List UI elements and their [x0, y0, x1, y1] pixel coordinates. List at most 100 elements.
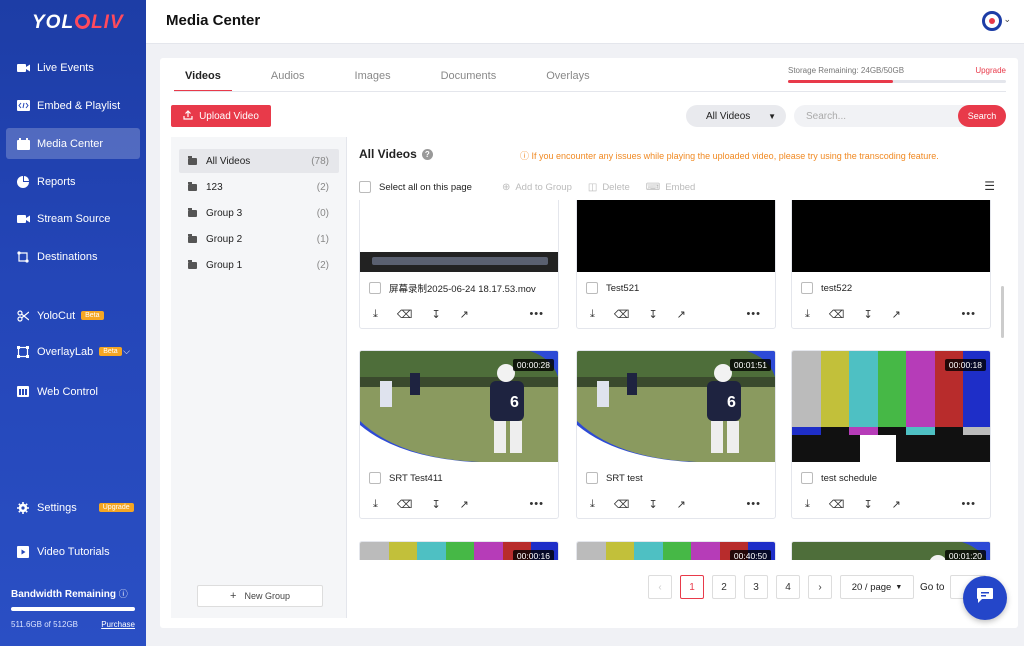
- sidebar-item-embed-playlist[interactable]: Embed & Playlist: [6, 90, 140, 121]
- video-card[interactable]: 6 00:00:28 SRT Test411 ⤓ ⌫ ↧ ↗ •••: [359, 350, 559, 519]
- file-download-icon[interactable]: ↧: [648, 308, 657, 321]
- tab-images[interactable]: Images: [344, 70, 402, 92]
- tab-documents[interactable]: Documents: [430, 70, 508, 92]
- page-1[interactable]: 1: [680, 575, 704, 599]
- sidebar-item-web-control[interactable]: Web Control: [6, 376, 140, 407]
- list-view-icon[interactable]: ☰: [984, 179, 995, 193]
- embed-icon[interactable]: ⌫: [829, 308, 845, 321]
- prev-page-button[interactable]: ‹: [648, 575, 672, 599]
- video-thumbnail[interactable]: 00:00:16: [360, 542, 558, 560]
- chevron-down-icon[interactable]: ⌄: [1003, 14, 1011, 25]
- video-card[interactable]: 屏幕录制2025-06-24 18.17.53.mov ⤓ ⌫ ↧ ↗ •••: [359, 200, 559, 329]
- add-to-group-action[interactable]: ⊕ Add to Group: [502, 182, 572, 193]
- sidebar-item-destinations[interactable]: Destinations: [6, 241, 140, 272]
- file-download-icon[interactable]: ↧: [863, 498, 872, 511]
- video-checkbox[interactable]: [369, 282, 381, 294]
- page-2[interactable]: 2: [712, 575, 736, 599]
- more-options-icon[interactable]: •••: [961, 498, 976, 510]
- logo[interactable]: YOL LIV: [32, 12, 124, 34]
- group-item-all-videos[interactable]: All Videos (78): [179, 149, 339, 173]
- share-icon[interactable]: ↗: [892, 308, 901, 321]
- delete-action[interactable]: ◫ Delete: [588, 182, 630, 193]
- video-thumbnail[interactable]: 6 00:00:28: [360, 351, 558, 462]
- help-icon[interactable]: ?: [421, 149, 433, 160]
- video-checkbox[interactable]: [801, 472, 813, 484]
- sidebar-item-yolocut[interactable]: YoloCut Beta: [6, 300, 140, 331]
- sidebar-item-media-center[interactable]: Media Center: [6, 128, 140, 159]
- sidebar-item-overlaylab[interactable]: OverlayLab Beta ⌵: [6, 336, 140, 367]
- file-download-icon[interactable]: ↧: [648, 498, 657, 511]
- search-input[interactable]: [794, 105, 944, 127]
- more-options-icon[interactable]: •••: [529, 308, 544, 320]
- search-button[interactable]: Search: [958, 105, 1006, 127]
- video-thumbnail[interactable]: [792, 200, 990, 272]
- video-card[interactable]: 00:40:50: [576, 541, 776, 560]
- embed-icon[interactable]: ⌫: [829, 498, 845, 511]
- share-icon[interactable]: ↗: [460, 308, 469, 321]
- grid-scrollbar[interactable]: [1001, 286, 1004, 338]
- download-icon[interactable]: ⤓: [590, 308, 595, 321]
- video-checkbox[interactable]: [586, 472, 598, 484]
- more-options-icon[interactable]: •••: [961, 308, 976, 320]
- group-item-group-2[interactable]: Group 2 (1): [179, 227, 339, 251]
- more-options-icon[interactable]: •••: [746, 308, 761, 320]
- share-icon[interactable]: ↗: [460, 498, 469, 511]
- video-checkbox[interactable]: [369, 472, 381, 484]
- video-thumbnail[interactable]: [360, 200, 558, 272]
- file-download-icon[interactable]: ↧: [431, 308, 440, 321]
- sidebar-item-video-tutorials[interactable]: Video Tutorials: [6, 536, 140, 567]
- video-card[interactable]: 600:01:20: [791, 541, 991, 560]
- new-group-button[interactable]: + New Group: [197, 585, 323, 607]
- upgrade-badge[interactable]: Upgrade: [98, 503, 134, 512]
- sidebar-item-reports[interactable]: Reports: [6, 166, 140, 197]
- video-thumbnail[interactable]: [577, 200, 775, 272]
- download-icon[interactable]: ⤓: [590, 498, 595, 511]
- tab-videos[interactable]: Videos: [174, 70, 232, 92]
- upload-video-button[interactable]: Upload Video: [171, 105, 271, 127]
- video-card[interactable]: 00:00:18 test schedule ⤓ ⌫ ↧ ↗ •••: [791, 350, 991, 519]
- embed-icon[interactable]: ⌫: [614, 308, 630, 321]
- sidebar-item-settings[interactable]: Settings Upgrade: [6, 492, 140, 523]
- page-size-select[interactable]: 20 / page ▼: [840, 575, 914, 599]
- file-download-icon[interactable]: ↧: [431, 498, 440, 511]
- share-icon[interactable]: ↗: [677, 498, 686, 511]
- video-card[interactable]: 00:00:16: [359, 541, 559, 560]
- video-thumbnail[interactable]: 00:00:18: [792, 351, 990, 462]
- more-options-icon[interactable]: •••: [746, 498, 761, 510]
- sidebar-item-live-events[interactable]: Live Events: [6, 52, 140, 83]
- page-3[interactable]: 3: [744, 575, 768, 599]
- video-thumbnail[interactable]: 6 00:01:51: [577, 351, 775, 462]
- download-icon[interactable]: ⤓: [373, 498, 378, 511]
- chat-support-button[interactable]: [963, 576, 1007, 620]
- tab-audios[interactable]: Audios: [260, 70, 316, 92]
- video-card[interactable]: Test521 ⤓ ⌫ ↧ ↗ •••: [576, 200, 776, 329]
- video-thumbnail[interactable]: 00:40:50: [577, 542, 775, 560]
- download-icon[interactable]: ⤓: [805, 308, 810, 321]
- next-page-button[interactable]: ›: [808, 575, 832, 599]
- purchase-link[interactable]: Purchase: [101, 620, 135, 629]
- share-icon[interactable]: ↗: [892, 498, 901, 511]
- group-item-group-3[interactable]: Group 3 (0): [179, 201, 339, 225]
- avatar[interactable]: [982, 11, 1002, 31]
- video-checkbox[interactable]: [586, 282, 598, 294]
- page-4[interactable]: 4: [776, 575, 800, 599]
- download-icon[interactable]: ⤓: [373, 308, 378, 321]
- video-filter-select[interactable]: All Videos ▼: [686, 105, 786, 127]
- video-checkbox[interactable]: [801, 282, 813, 294]
- file-download-icon[interactable]: ↧: [863, 308, 872, 321]
- video-thumbnail[interactable]: 600:01:20: [792, 542, 990, 560]
- group-item-123[interactable]: 123 (2): [179, 175, 339, 199]
- more-options-icon[interactable]: •••: [529, 498, 544, 510]
- group-item-group-1[interactable]: Group 1 (2): [179, 253, 339, 277]
- download-icon[interactable]: ⤓: [805, 498, 810, 511]
- embed-icon[interactable]: ⌫: [614, 498, 630, 511]
- select-all-checkbox[interactable]: [359, 181, 371, 193]
- embed-action[interactable]: ⌨ Embed: [646, 182, 696, 193]
- video-card[interactable]: test522 ⤓ ⌫ ↧ ↗ •••: [791, 200, 991, 329]
- embed-icon[interactable]: ⌫: [397, 308, 413, 321]
- share-icon[interactable]: ↗: [677, 308, 686, 321]
- sidebar-item-stream-source[interactable]: Stream Source: [6, 203, 140, 234]
- tab-overlays[interactable]: Overlays: [535, 70, 600, 92]
- storage-upgrade-link[interactable]: Upgrade: [975, 66, 1006, 75]
- video-card[interactable]: 6 00:01:51 SRT test ⤓ ⌫ ↧ ↗ •••: [576, 350, 776, 519]
